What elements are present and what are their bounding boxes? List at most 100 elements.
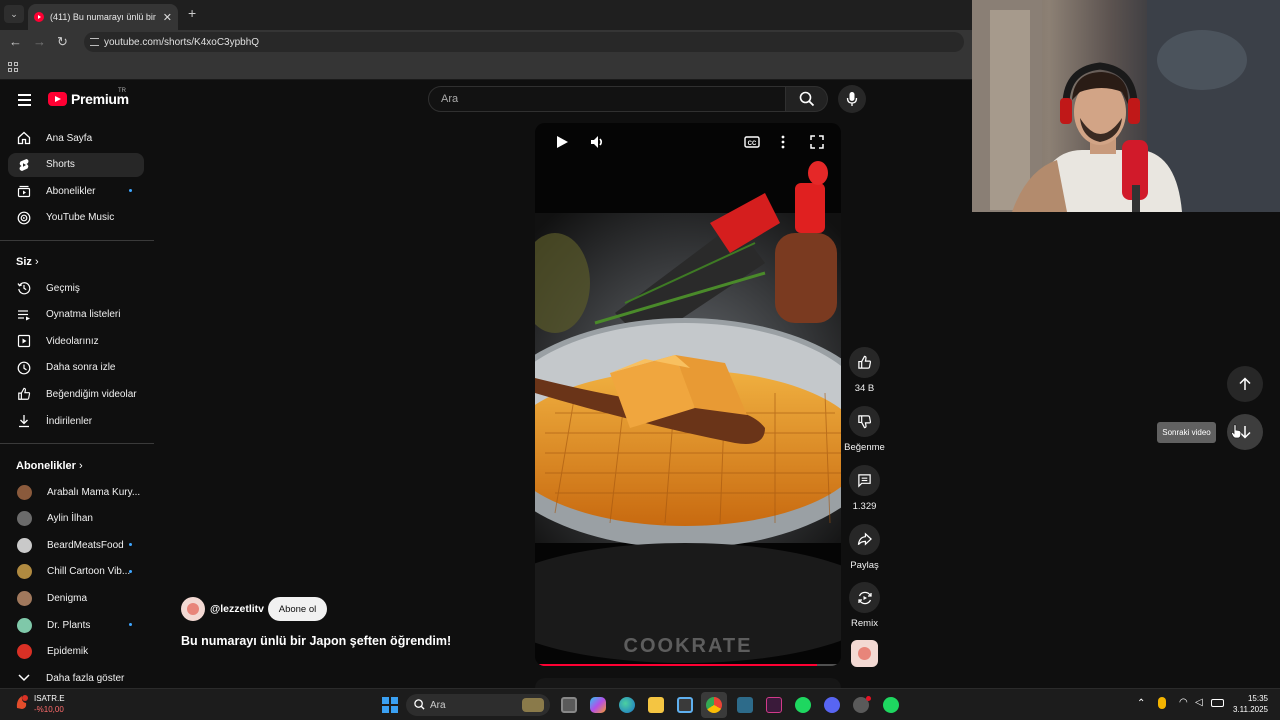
subscription-label: Denigma	[47, 592, 88, 604]
sidebar-item-be-endi-im-videolar[interactable]: Beğendiğim videolar	[8, 382, 144, 406]
wifi-icon[interactable]: ◠	[1179, 697, 1188, 708]
tab-search-dropdown[interactable]: ⌄	[4, 5, 24, 23]
chrome-icon[interactable]	[706, 697, 722, 713]
editor-app-icon[interactable]	[766, 697, 782, 713]
sidebar-item-i-ndirilenler[interactable]: İndirilenler	[8, 409, 144, 433]
sidebar-item-label: Oynatma listeleri	[46, 309, 121, 321]
dislike-button[interactable]	[849, 406, 880, 437]
sidebar-item-label: YouTube Music	[46, 212, 115, 224]
copilot-icon[interactable]	[590, 697, 606, 713]
discord-icon[interactable]	[824, 697, 840, 713]
music-icon	[17, 211, 31, 225]
sidebar-item-shorts[interactable]: Shorts	[8, 152, 144, 177]
show-more-button[interactable]: Daha fazla göster	[8, 666, 144, 690]
logo-region: TR	[118, 88, 126, 94]
windows-start-icon[interactable]	[382, 697, 398, 713]
remix-label: Remix	[851, 618, 878, 629]
thumbs-up-icon	[858, 355, 872, 369]
sound-source-thumbnail[interactable]	[851, 640, 878, 667]
volume-icon[interactable]	[590, 135, 606, 154]
subscribe-button[interactable]: Abone ol	[268, 597, 327, 621]
search-input[interactable]: Ara	[428, 86, 786, 112]
webcam-person-image	[972, 0, 1280, 212]
new-tab-button[interactable]: +	[188, 5, 196, 21]
back-icon[interactable]: ←	[9, 34, 22, 49]
sidebar-item-ana-sayfa[interactable]: Ana Sayfa	[8, 126, 144, 150]
remix-action[interactable]: Remix	[848, 582, 881, 629]
share-icon	[857, 532, 872, 546]
browser-tab[interactable]: (411) Bu numarayı ünlü bir Japo ✕	[28, 4, 178, 30]
sidebar-item-ge-mi[interactable]: Geçmiş	[8, 276, 144, 300]
share-action[interactable]: Paylaş	[848, 524, 881, 571]
watch-later-icon	[17, 361, 31, 375]
microsoft-store-icon[interactable]	[677, 697, 693, 713]
taskbar-search[interactable]: Ara	[406, 694, 550, 716]
tray-overflow-icon[interactable]: ⌃	[1137, 698, 1145, 709]
spotify-icon[interactable]	[795, 697, 811, 713]
search-button[interactable]	[786, 86, 828, 112]
forward-icon[interactable]: →	[33, 34, 46, 49]
channel-avatar[interactable]	[181, 597, 205, 621]
site-info-icon[interactable]	[90, 38, 99, 46]
video-progress-bar[interactable]	[535, 664, 841, 666]
file-explorer-icon[interactable]	[648, 697, 664, 713]
tab-close-icon[interactable]: ✕	[163, 11, 172, 24]
captions-icon[interactable]: CC	[744, 135, 760, 154]
like-button[interactable]	[849, 347, 880, 378]
tray-microphone-icon[interactable]	[1158, 697, 1166, 709]
clock-date[interactable]: 3.11.2025	[1222, 705, 1268, 714]
shorts-video-player[interactable]: CC COOKRATE	[535, 123, 841, 666]
channel-name[interactable]: @lezzetlitv	[210, 603, 264, 615]
address-bar[interactable]: youtube.com/shorts/K4xoC3ypbhQ	[84, 32, 964, 52]
sidebar-item-daha-sonra-izle[interactable]: Daha sonra izle	[8, 356, 144, 380]
spotify-secondary-icon[interactable]	[883, 697, 899, 713]
history-icon	[17, 281, 31, 295]
more-options-icon[interactable]	[781, 135, 785, 154]
dislike-action[interactable]: Beğenme	[844, 406, 885, 453]
comments-button[interactable]	[849, 465, 880, 496]
remix-button[interactable]	[849, 582, 880, 613]
sidebar-item-label: Daha sonra izle	[46, 362, 116, 374]
reload-icon[interactable]: ↻	[57, 34, 68, 50]
channel-avatar	[17, 617, 32, 633]
share-button[interactable]	[849, 524, 880, 555]
sidebar-item-oynatma-listeleri[interactable]: Oynatma listeleri	[8, 303, 144, 327]
you-section-heading[interactable]: Siz ›	[16, 256, 39, 268]
fullscreen-icon[interactable]	[810, 135, 824, 154]
windows-taskbar: ISATR.E -%10,00 Ara ⌃ ◠ ◁ 15:35 3.11.202…	[0, 688, 1280, 720]
apps-grid-icon[interactable]	[8, 62, 18, 72]
video-title[interactable]: Bu numarayı ünlü bir Japon şeften öğrend…	[181, 634, 451, 648]
channel-avatar	[17, 484, 32, 500]
subscription-item-denigma[interactable]: Denigma	[8, 586, 144, 610]
webcam-overlay	[972, 0, 1280, 212]
subscription-item-dr-plants[interactable]: Dr. Plants	[8, 613, 144, 637]
files-app-icon[interactable]	[737, 697, 753, 713]
subscription-item-chill-cartoon-vib[interactable]: Chill Cartoon Vib...	[8, 560, 144, 584]
like-action[interactable]: 34 B	[848, 347, 881, 394]
comments-action[interactable]: 1.329	[848, 465, 881, 512]
youtube-logo[interactable]: Premium TR	[48, 88, 129, 107]
menu-hamburger-icon[interactable]	[18, 94, 31, 109]
subscription-item-aylin-i-lhan[interactable]: Aylin İlhan	[8, 507, 144, 531]
new-content-dot-icon	[129, 189, 132, 193]
arrow-up-icon	[1239, 377, 1251, 390]
subscription-label: Dr. Plants	[47, 619, 91, 631]
sidebar-item-videolar-n-z[interactable]: Videolarınız	[8, 329, 144, 353]
dislike-label: Beğenme	[844, 442, 885, 453]
task-view-icon[interactable]	[561, 697, 577, 713]
voice-search-button[interactable]	[838, 85, 866, 113]
stock-widget-icon[interactable]	[14, 694, 30, 710]
sidebar-item-youtube-music[interactable]: YouTube Music	[8, 206, 144, 230]
play-icon[interactable]	[555, 135, 569, 154]
sidebar-item-abonelikler[interactable]: Abonelikler	[8, 179, 144, 203]
clock-time[interactable]: 15:35	[1222, 694, 1268, 703]
subscriptions-section-heading[interactable]: Abonelikler ›	[16, 460, 83, 472]
edge-browser-icon[interactable]	[619, 697, 635, 713]
subscription-item-arabal-mama-kury[interactable]: Arabalı Mama Kury...	[8, 480, 144, 504]
liked-icon	[17, 387, 31, 401]
subscription-item-epidemik[interactable]: Epidemik	[8, 640, 144, 664]
speaker-icon[interactable]: ◁	[1195, 697, 1203, 708]
search-icon	[414, 699, 425, 710]
previous-video-button[interactable]	[1227, 366, 1263, 402]
subscription-item-beardmeatsfood[interactable]: BeardMeatsFood	[8, 533, 144, 557]
